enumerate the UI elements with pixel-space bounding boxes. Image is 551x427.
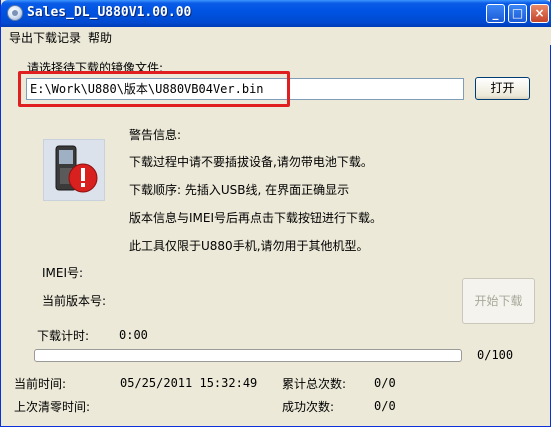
menu-export-records[interactable]: 导出下载记录 <box>9 29 81 46</box>
total-count-value: 0/0 <box>374 376 396 390</box>
title-bar[interactable]: Sales_DL_U880V1.00.00 _ □ × <box>1 0 551 27</box>
maximize-button[interactable]: □ <box>508 4 527 23</box>
menu-help[interactable]: 帮助 <box>88 29 112 46</box>
menu-bar: 导出下载记录 帮助 <box>2 27 551 45</box>
main-window: Sales_DL_U880V1.00.00 _ □ × 导出下载记录 帮助 请选… <box>0 0 551 427</box>
warning-line-2: 下载顺序: 先插入USB线, 在界面正确显示 <box>129 183 350 197</box>
imei-label: IMEI号: <box>42 266 84 280</box>
timer-label: 下载计时: <box>37 329 90 343</box>
window-title: Sales_DL_U880V1.00.00 <box>27 5 192 20</box>
start-download-button[interactable]: 开始下载 <box>462 278 535 324</box>
progress-text: 0/100 <box>477 348 514 362</box>
version-label: 当前版本号: <box>42 294 107 308</box>
close-button[interactable]: × <box>530 4 549 23</box>
timer-value: 0:00 <box>119 328 148 342</box>
success-count-label: 成功次数: <box>282 400 335 414</box>
app-icon[interactable] <box>7 5 23 21</box>
current-time-label: 当前时间: <box>14 377 67 391</box>
warning-line-1: 下载过程中请不要插拔设备,请勿带电池下载。 <box>129 155 373 169</box>
progress-bar <box>34 349 462 362</box>
warning-heading: 警告信息: <box>129 128 182 142</box>
current-time-value: 05/25/2011 15:32:49 <box>120 376 258 390</box>
warning-line-3: 版本信息与IMEI号后再点击下载按钮进行下载。 <box>129 211 383 225</box>
phone-warning-icon <box>43 139 105 201</box>
total-count-label: 累计总次数: <box>282 377 347 391</box>
open-button[interactable]: 打开 <box>475 77 530 100</box>
highlight-box <box>18 71 290 107</box>
last-reset-label: 上次清零时间: <box>14 400 91 414</box>
minimize-button[interactable]: _ <box>486 4 505 23</box>
warning-line-4: 此工具仅限于U880手机,请勿用于其他机型。 <box>129 239 369 253</box>
success-count-value: 0/0 <box>374 399 396 413</box>
